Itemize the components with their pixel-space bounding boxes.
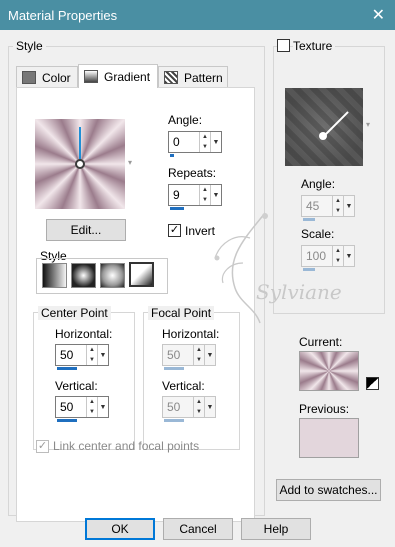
texture-label: Texture — [293, 39, 336, 53]
center-horizontal-dropdown-icon[interactable]: ▼ — [97, 345, 108, 365]
gradient-preview[interactable] — [35, 119, 125, 209]
center-vertical-value[interactable]: 50 — [56, 397, 86, 417]
texture-scale-dropdown-icon[interactable]: ▼ — [343, 246, 354, 266]
texture-scale-label: Scale: — [301, 227, 335, 241]
angle-spinbox[interactable]: 0 ▲ ▼ ▼ — [168, 131, 222, 153]
focal-vertical-arrows-icon[interactable]: ▲ ▼ — [193, 397, 204, 417]
texture-scale-arrows-icon[interactable]: ▲ ▼ — [332, 246, 343, 266]
invert-checkbox[interactable]: ✓ — [168, 224, 181, 237]
focal-vertical-spinbox[interactable]: 50 ▲ ▼ ▼ — [162, 396, 216, 418]
previous-label: Previous: — [299, 402, 350, 416]
focal-horizontal-value[interactable]: 50 — [163, 345, 193, 365]
center-horizontal-label: Horizontal: — [55, 327, 113, 341]
link-points-label: Link center and focal points — [53, 439, 200, 453]
angle-dropdown-icon[interactable]: ▼ — [210, 132, 221, 152]
angle-slider-bar[interactable] — [170, 154, 174, 157]
center-vertical-dropdown-icon[interactable]: ▼ — [97, 397, 108, 417]
edit-button[interactable]: Edit... — [46, 219, 126, 241]
ok-button-label: OK — [111, 522, 129, 536]
repeats-label: Repeats: — [168, 166, 217, 180]
angle-value[interactable]: 0 — [169, 132, 199, 152]
focal-vertical-dropdown-icon[interactable]: ▼ — [204, 397, 215, 417]
focal-vertical-label: Vertical: — [162, 379, 205, 393]
cancel-button-label: Cancel — [179, 522, 217, 536]
focal-point-label: Focal Point — [148, 306, 215, 320]
close-icon[interactable]: ✕ — [372, 5, 385, 25]
tab-gradient-label: Gradient — [104, 69, 151, 84]
cancel-button[interactable]: Cancel — [163, 518, 233, 540]
focal-horizontal-arrows-icon[interactable]: ▲ ▼ — [193, 345, 204, 365]
texture-angle-slider-bar[interactable] — [303, 218, 315, 221]
focal-horizontal-slider-bar[interactable] — [164, 367, 184, 370]
center-point-label: Center Point — [38, 306, 111, 320]
edit-button-label: Edit... — [70, 223, 102, 237]
texture-angle-arrows-icon[interactable]: ▲ ▼ — [332, 196, 343, 216]
previous-swatch[interactable] — [299, 418, 359, 458]
dialog-body: Style Color Gradient Pattern ▾ Angle: 0 … — [0, 30, 395, 547]
center-horizontal-spinbox[interactable]: 50 ▲ ▼ ▼ — [55, 344, 109, 366]
watermark-text: Sylviane — [256, 280, 342, 304]
ok-button[interactable]: OK — [85, 518, 155, 540]
focal-vertical-value[interactable]: 50 — [163, 397, 193, 417]
repeats-spinbox[interactable]: 9 ▲ ▼ ▼ — [168, 184, 222, 206]
help-button-label: Help — [263, 522, 289, 536]
radial-style-icon[interactable] — [129, 262, 154, 287]
texture-angle-spinbox[interactable]: 45 ▲ ▼ ▼ — [301, 195, 355, 217]
sunburst-style-icon[interactable] — [100, 263, 125, 288]
center-horizontal-arrows-icon[interactable]: ▲ ▼ — [86, 345, 97, 365]
repeats-dropdown-icon[interactable]: ▼ — [210, 185, 221, 205]
style-group-label: Style — [13, 39, 46, 53]
add-to-swatches-label: Add to swatches... — [279, 483, 378, 497]
center-handle-icon[interactable] — [75, 159, 85, 169]
angle-label: Angle: — [168, 113, 203, 127]
tab-pattern-label: Pattern — [184, 70, 223, 85]
center-vertical-slider-bar[interactable] — [57, 419, 77, 422]
texture-dropdown-icon[interactable]: ▾ — [366, 120, 370, 129]
texture-center-icon[interactable] — [319, 132, 327, 140]
texture-angle-label: Angle: — [301, 177, 336, 191]
tab-color-label: Color — [42, 70, 71, 85]
angle-spin-arrows-icon[interactable]: ▲ ▼ — [199, 132, 210, 152]
texture-scale-value[interactable]: 100 — [302, 246, 332, 266]
center-vertical-spinbox[interactable]: 50 ▲ ▼ ▼ — [55, 396, 109, 418]
rectangular-style-icon[interactable] — [71, 263, 96, 288]
repeats-spin-arrows-icon[interactable]: ▲ ▼ — [199, 185, 210, 205]
focal-horizontal-spinbox[interactable]: 50 ▲ ▼ ▼ — [162, 344, 216, 366]
texture-angle-dropdown-icon[interactable]: ▼ — [343, 196, 354, 216]
texture-angle-value[interactable]: 45 — [302, 196, 332, 216]
title-bar: Material Properties ✕ — [0, 0, 395, 30]
repeats-value[interactable]: 9 — [169, 185, 199, 205]
repeats-slider-bar[interactable] — [170, 207, 184, 210]
invert-label: Invert — [185, 224, 216, 238]
center-horizontal-value[interactable]: 50 — [56, 345, 86, 365]
texture-preview[interactable] — [285, 88, 363, 166]
window-title: Material Properties — [8, 8, 118, 23]
link-points-checkbox[interactable]: ✓ — [36, 440, 49, 453]
swap-swatch-icon[interactable] — [366, 377, 379, 390]
gradient-icon — [84, 70, 98, 83]
texture-scale-slider-bar[interactable] — [303, 268, 315, 271]
focal-horizontal-dropdown-icon[interactable]: ▼ — [204, 345, 215, 365]
focal-horizontal-label: Horizontal: — [162, 327, 220, 341]
center-horizontal-slider-bar[interactable] — [57, 367, 77, 370]
texture-checkbox[interactable] — [277, 39, 290, 52]
add-to-swatches-button[interactable]: Add to swatches... — [276, 479, 381, 501]
tab-color[interactable]: Color — [16, 66, 78, 88]
pattern-icon — [164, 71, 178, 84]
linear-style-icon[interactable] — [42, 263, 67, 288]
current-label: Current: — [299, 335, 343, 349]
help-button[interactable]: Help — [241, 518, 311, 540]
texture-angle-line — [323, 111, 349, 137]
center-vertical-label: Vertical: — [55, 379, 98, 393]
tab-pattern[interactable]: Pattern — [158, 66, 228, 88]
focal-vertical-slider-bar[interactable] — [164, 419, 184, 422]
texture-scale-spinbox[interactable]: 100 ▲ ▼ ▼ — [301, 245, 355, 267]
color-swatch-icon — [22, 71, 36, 84]
center-vertical-arrows-icon[interactable]: ▲ ▼ — [86, 397, 97, 417]
tab-gradient[interactable]: Gradient — [78, 64, 158, 88]
gradient-dropdown-icon[interactable]: ▾ — [128, 158, 132, 167]
current-swatch[interactable] — [299, 351, 359, 391]
